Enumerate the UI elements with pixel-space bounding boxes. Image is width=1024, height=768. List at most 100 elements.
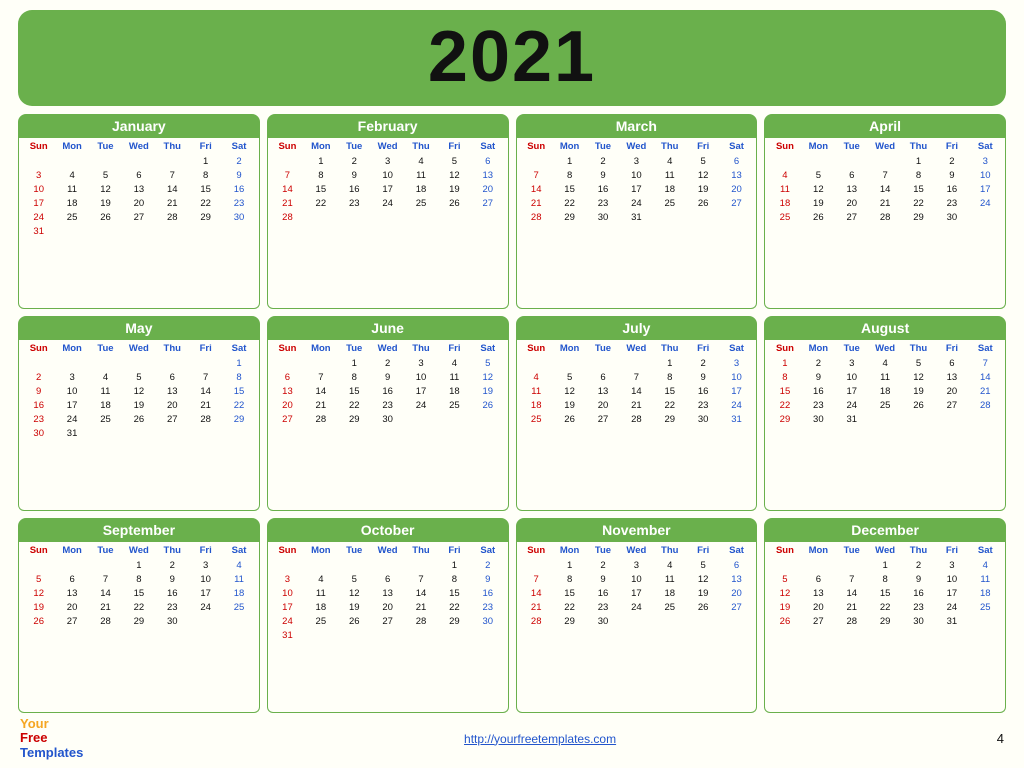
day-cell: 21 [271, 196, 304, 210]
month-block-november: NovemberSunMonTueWedThuFriSat12345678910… [516, 518, 758, 713]
day-cell: 13 [471, 168, 504, 182]
day-cell: 27 [471, 196, 504, 210]
day-cell: 8 [438, 572, 471, 586]
dow-cell-mon: Mon [55, 544, 88, 557]
day-empty [22, 356, 55, 370]
day-empty [22, 558, 55, 572]
day-cell: 15 [438, 586, 471, 600]
day-empty [304, 356, 337, 370]
dow-row: SunMonTueWedThuFriSat [271, 140, 505, 153]
month-block-january: JanuarySunMonTueWedThuFriSat123456789101… [18, 114, 260, 309]
day-cell: 5 [768, 572, 801, 586]
day-cell: 6 [271, 370, 304, 384]
day-cell: 29 [653, 412, 686, 426]
day-cell: 25 [438, 398, 471, 412]
dow-cell-tue: Tue [338, 544, 371, 557]
day-cell: 16 [935, 182, 968, 196]
day-cell: 9 [156, 572, 189, 586]
days-grid: 1234567891011121314151617181920212223242… [520, 356, 754, 426]
dow-cell-mon: Mon [55, 140, 88, 153]
day-cell: 4 [868, 356, 901, 370]
day-cell: 12 [122, 384, 155, 398]
day-empty [404, 558, 437, 572]
day-cell: 7 [189, 370, 222, 384]
day-cell: 10 [969, 168, 1002, 182]
day-cell: 30 [22, 426, 55, 440]
dow-cell-sun: Sun [768, 342, 801, 355]
days-grid: 1234567891011121314151617181920212223242… [768, 154, 1002, 224]
day-cell: 25 [969, 600, 1002, 614]
day-cell: 11 [438, 370, 471, 384]
month-block-october: OctoberSunMonTueWedThuFriSat123456789101… [267, 518, 509, 713]
day-cell: 27 [271, 412, 304, 426]
day-cell: 8 [304, 168, 337, 182]
year-label: 2021 [428, 17, 596, 97]
dow-cell-fri: Fri [189, 342, 222, 355]
day-cell: 13 [720, 168, 753, 182]
day-cell: 4 [89, 370, 122, 384]
day-cell: 25 [653, 196, 686, 210]
day-cell: 8 [868, 572, 901, 586]
day-cell: 1 [122, 558, 155, 572]
dow-cell-fri: Fri [438, 342, 471, 355]
days-grid: 1234567891011121314151617181920212223242… [520, 154, 754, 224]
day-cell: 5 [122, 370, 155, 384]
day-cell: 19 [122, 398, 155, 412]
dow-cell-wed: Wed [122, 140, 155, 153]
month-name: February [267, 114, 509, 138]
month-name: June [267, 316, 509, 340]
dow-cell-fri: Fri [189, 140, 222, 153]
day-cell: 31 [22, 224, 55, 238]
month-inner: SunMonTueWedThuFriSat1234567891011121314… [516, 138, 758, 309]
day-cell: 21 [189, 398, 222, 412]
day-empty [271, 154, 304, 168]
day-cell: 26 [802, 210, 835, 224]
day-cell: 15 [338, 384, 371, 398]
day-cell: 20 [720, 182, 753, 196]
day-cell: 24 [935, 600, 968, 614]
day-empty [55, 558, 88, 572]
days-grid: 1234567891011121314151617181920212223242… [768, 356, 1002, 426]
day-cell: 8 [553, 572, 586, 586]
footer-url[interactable]: http://yourfreetemplates.com [464, 732, 616, 746]
day-cell: 13 [586, 384, 619, 398]
day-cell: 19 [902, 384, 935, 398]
dow-cell-sat: Sat [720, 342, 753, 355]
month-name: November [516, 518, 758, 542]
day-cell: 3 [835, 356, 868, 370]
day-cell: 19 [89, 196, 122, 210]
day-cell: 12 [686, 572, 719, 586]
day-cell: 14 [271, 182, 304, 196]
day-cell: 3 [935, 558, 968, 572]
month-block-july: JulySunMonTueWedThuFriSat123456789101112… [516, 316, 758, 511]
day-cell: 29 [122, 614, 155, 628]
day-empty [22, 154, 55, 168]
day-cell: 1 [553, 154, 586, 168]
dow-cell-mon: Mon [55, 342, 88, 355]
day-cell: 28 [969, 398, 1002, 412]
dow-cell-wed: Wed [122, 342, 155, 355]
day-cell: 2 [222, 154, 255, 168]
day-cell: 10 [271, 586, 304, 600]
day-cell: 26 [553, 412, 586, 426]
dow-cell-mon: Mon [553, 544, 586, 557]
day-cell: 8 [902, 168, 935, 182]
day-cell: 8 [189, 168, 222, 182]
day-cell: 6 [802, 572, 835, 586]
day-cell: 7 [89, 572, 122, 586]
day-cell: 25 [304, 614, 337, 628]
day-cell: 23 [686, 398, 719, 412]
dow-cell-thu: Thu [156, 140, 189, 153]
dow-cell-tue: Tue [89, 342, 122, 355]
dow-cell-sat: Sat [969, 140, 1002, 153]
day-cell: 13 [371, 586, 404, 600]
day-cell: 1 [304, 154, 337, 168]
dow-cell-tue: Tue [89, 544, 122, 557]
day-cell: 15 [553, 586, 586, 600]
dow-cell-sun: Sun [271, 140, 304, 153]
dow-cell-mon: Mon [304, 140, 337, 153]
dow-cell-fri: Fri [438, 140, 471, 153]
day-cell: 16 [371, 384, 404, 398]
month-name: May [18, 316, 260, 340]
day-cell: 23 [338, 196, 371, 210]
